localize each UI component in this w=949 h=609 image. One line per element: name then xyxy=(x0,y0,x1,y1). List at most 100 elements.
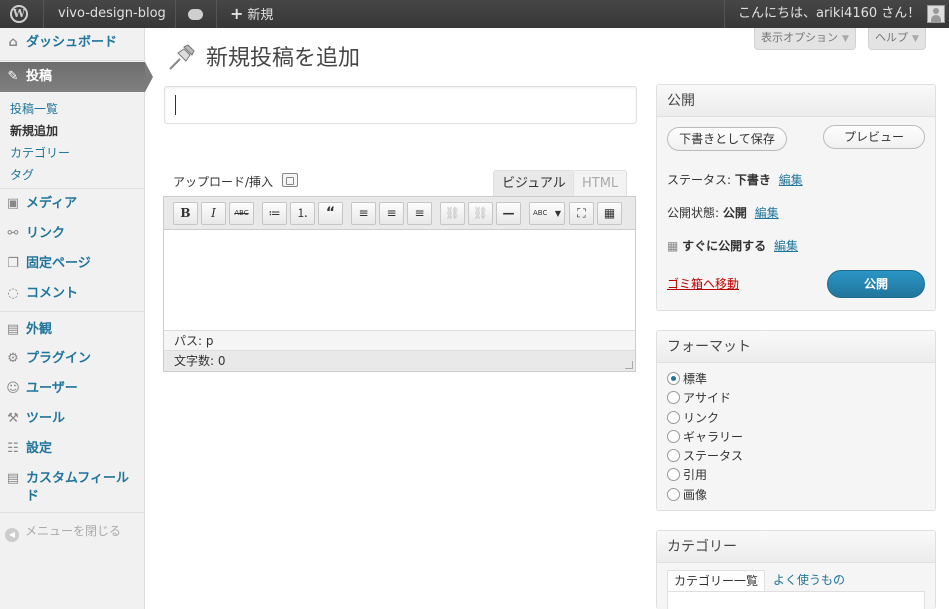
format-box-heading: フォーマット xyxy=(657,331,935,363)
post-editor: B I ABC ≔ ⒈ “ ≡ ≡ ≡ ⛓ ⛓ — ABC ▼ ⛶ ▦ パス: p… xyxy=(163,196,636,372)
kitchen-sink-button[interactable]: ▦ xyxy=(597,202,622,225)
sidebar-item-label: プラグイン xyxy=(26,351,92,366)
insert-link-button[interactable]: ⛓ xyxy=(440,202,465,225)
calendar-icon: ▦ xyxy=(667,239,679,253)
sidebar-item-plugins[interactable]: ⚙ プラグイン xyxy=(0,346,145,372)
format-option-status[interactable]: ステータス xyxy=(667,447,743,465)
format-option-standard[interactable]: 標準 xyxy=(667,370,707,388)
collapse-menu-button[interactable]: ◀ メニューを閉じる xyxy=(5,522,121,542)
sidebar-item-label: リンク xyxy=(26,226,66,241)
insert-more-button[interactable]: — xyxy=(496,202,521,225)
wordpress-logo-icon[interactable]: W xyxy=(10,0,32,28)
tab-all-categories[interactable]: カテゴリー一覧 xyxy=(667,570,766,592)
resize-handle[interactable] xyxy=(625,361,633,369)
appearance-icon: ▤ xyxy=(6,322,20,337)
sidebar-item-settings[interactable]: ☷ 設定 xyxy=(0,436,145,462)
sidebar-item-label: コメント xyxy=(26,286,79,301)
visibility-label: 公開状態: xyxy=(667,206,720,220)
format-option-link[interactable]: リンク xyxy=(667,409,719,427)
format-option-label: ステータス xyxy=(683,449,744,463)
new-content-menu[interactable]: + 新規 xyxy=(230,0,273,28)
chevron-down-icon: ▼ xyxy=(912,34,919,44)
unlink-button[interactable]: ⛓ xyxy=(468,202,493,225)
comments-icon[interactable] xyxy=(188,0,203,28)
editor-path: パス: p xyxy=(164,330,635,350)
word-count: 文字数: 0 xyxy=(164,350,635,371)
format-option-label: 標準 xyxy=(683,372,708,386)
help-label: ヘルプ xyxy=(875,31,908,44)
format-option-label: 画像 xyxy=(683,488,708,502)
dashboard-icon: ⌂ xyxy=(8,35,18,50)
editor-content-area[interactable] xyxy=(164,231,635,329)
sidebar-item-label: 固定ページ xyxy=(26,256,91,271)
custom-fields-icon: ▤ xyxy=(6,471,20,486)
site-name-link[interactable]: vivo-design-blog xyxy=(58,0,166,28)
sidebar-item-comments[interactable]: ◌ コメント xyxy=(0,281,145,307)
blockquote-button[interactable]: “ xyxy=(318,202,343,225)
format-option-aside[interactable]: アサイド xyxy=(667,389,731,407)
collapse-arrow-icon: ◀ xyxy=(5,528,19,542)
spellcheck-label: ABC xyxy=(533,209,548,217)
bullet-list-button[interactable]: ≔ xyxy=(262,202,287,225)
settings-icon: ☷ xyxy=(7,441,19,456)
plus-icon: + xyxy=(230,4,244,23)
publish-button[interactable]: 公開 xyxy=(827,270,925,298)
strikethrough-button[interactable]: ABC xyxy=(229,202,254,225)
format-option-gallery[interactable]: ギャラリー xyxy=(667,428,743,446)
format-option-quote[interactable]: 引用 xyxy=(667,466,707,484)
italic-button[interactable]: I xyxy=(201,202,226,225)
sidebar-item-tools[interactable]: ⚒ ツール xyxy=(0,406,145,432)
sidebar-item-links[interactable]: ⚯ リンク xyxy=(0,221,145,247)
help-tab[interactable]: ヘルプ ▼ xyxy=(868,28,926,50)
align-center-button[interactable]: ≡ xyxy=(379,202,404,225)
tab-visual[interactable]: ビジュアル xyxy=(493,170,575,196)
tools-icon: ⚒ xyxy=(7,411,19,426)
avatar[interactable] xyxy=(927,5,945,23)
submenu-categories[interactable]: カテゴリー xyxy=(10,144,70,161)
sidebar-item-dashboard[interactable]: ⌂ ダッシュボード xyxy=(0,30,145,56)
admin-bar-divider xyxy=(724,0,725,28)
publish-box-heading: 公開 xyxy=(657,85,935,117)
align-right-button[interactable]: ≡ xyxy=(407,202,432,225)
sidebar-item-users[interactable]: ☺ ユーザー xyxy=(0,376,145,402)
add-media-icon[interactable] xyxy=(282,173,298,187)
sidebar-item-label: 設定 xyxy=(26,441,53,456)
visibility-value: 公開 xyxy=(722,206,747,220)
bold-button[interactable]: B xyxy=(173,202,198,225)
admin-bar: W vivo-design-blog + 新規 こんにちは、ariki4160 さ… xyxy=(0,0,949,28)
fullscreen-button[interactable]: ⛶ xyxy=(569,202,594,225)
menu-divider xyxy=(0,60,145,61)
preview-button[interactable]: プレビュー xyxy=(823,125,925,149)
plugins-icon: ⚙ xyxy=(7,351,19,366)
format-option-image[interactable]: 画像 xyxy=(667,486,707,504)
sidebar-item-label: 外観 xyxy=(26,322,53,337)
submenu-add-new[interactable]: 新規追加 xyxy=(10,122,58,139)
save-draft-button[interactable]: 下書きとして保存 xyxy=(667,127,787,151)
account-greeting[interactable]: こんにちは、ariki4160 さん！ xyxy=(738,0,920,28)
screen-options-tab[interactable]: 表示オプション ▼ xyxy=(754,28,856,50)
status-label: ステータス: xyxy=(667,173,732,187)
menu-divider xyxy=(0,188,145,189)
post-title-input[interactable] xyxy=(164,86,637,124)
edit-schedule-link[interactable]: 編集 xyxy=(774,239,798,253)
tab-popular-categories[interactable]: よく使うもの xyxy=(767,570,851,592)
numbered-list-button[interactable]: ⒈ xyxy=(290,202,315,225)
publish-box: 公開 下書きとして保存 プレビュー ステータス: 下書き 編集 公開状態: 公開… xyxy=(656,84,936,311)
spellcheck-button[interactable]: ABC ▼ xyxy=(529,202,565,225)
submenu-all-posts[interactable]: 投稿一覧 xyxy=(10,100,58,117)
submenu-tags[interactable]: タグ xyxy=(10,166,34,183)
sidebar-item-pages[interactable]: ❐ 固定ページ xyxy=(0,251,145,277)
sidebar-item-custom-fields[interactable]: ▤ カスタムフィールド xyxy=(0,466,145,510)
sidebar-item-appearance[interactable]: ▤ 外観 xyxy=(0,317,145,343)
edit-visibility-link[interactable]: 編集 xyxy=(755,206,779,220)
align-left-button[interactable]: ≡ xyxy=(351,202,376,225)
tab-html[interactable]: HTML xyxy=(573,170,628,196)
sidebar-item-media[interactable]: ▣ メディア xyxy=(0,191,145,217)
link-icon: ⚯ xyxy=(7,226,19,241)
sidebar-item-posts[interactable]: ✎ 投稿 xyxy=(0,62,153,92)
edit-status-link[interactable]: 編集 xyxy=(779,173,803,187)
admin-bar-divider xyxy=(175,0,176,28)
radio-icon xyxy=(667,391,680,404)
move-to-trash-link[interactable]: ゴミ箱へ移動 xyxy=(667,275,739,292)
admin-sidebar: ⌂ ダッシュボード ✎ 投稿 投稿一覧 新規追加 カテゴリー タグ ▣ メディア… xyxy=(0,28,153,609)
